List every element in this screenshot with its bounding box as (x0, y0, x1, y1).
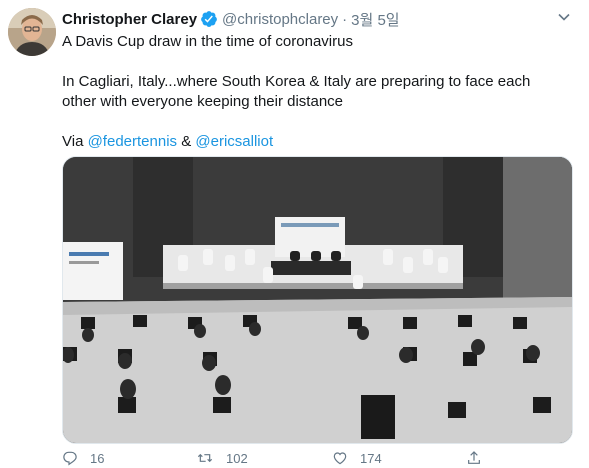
author-handle[interactable]: @christophclarey (222, 11, 338, 28)
share-icon (468, 451, 480, 464)
separator-dot: · (342, 10, 348, 28)
retweet-icon (197, 453, 213, 463)
like-count: 174 (360, 450, 382, 466)
chevron-down-icon[interactable] (557, 10, 571, 29)
tweet-card[interactable]: Christopher Clarey @christophclarey · 3월… (0, 0, 589, 468)
reply-button[interactable]: 16 (62, 450, 104, 466)
retweet-button[interactable]: 102 (196, 450, 248, 466)
share-button[interactable] (466, 450, 494, 466)
mention-federtennis[interactable]: @federtennis (88, 133, 177, 150)
tweet-text: A Davis Cup draw in the time of coronavi… (62, 32, 577, 152)
verified-badge-icon (200, 10, 218, 28)
reply-count: 16 (90, 450, 105, 466)
tweet-actions: 16 102 174 (62, 448, 582, 468)
via-label: Via (62, 133, 88, 150)
ampersand: & (177, 133, 196, 150)
tweet-line-1: A Davis Cup draw in the time of coronavi… (62, 33, 353, 50)
tweet-line-3: other with everyone keeping their distan… (62, 93, 344, 110)
author-name[interactable]: Christopher Clarey (62, 11, 197, 28)
mention-ericsalliot[interactable]: @ericsalliot (195, 133, 273, 150)
reply-icon (63, 451, 77, 466)
tweet-via-line: Via @federtennis & @ericsalliot (62, 132, 577, 152)
tweet-timestamp[interactable]: 3월 5일 (351, 9, 399, 30)
tweet-line-2: In Cagliari, Italy...where South Korea &… (62, 73, 531, 90)
avatar[interactable] (8, 8, 56, 56)
like-icon (333, 452, 347, 465)
like-button[interactable]: 174 (332, 450, 382, 466)
tweet-photo[interactable] (62, 156, 573, 444)
tweet-header: Christopher Clarey @christophclarey · 3월… (62, 8, 400, 30)
retweet-count: 102 (226, 450, 248, 466)
